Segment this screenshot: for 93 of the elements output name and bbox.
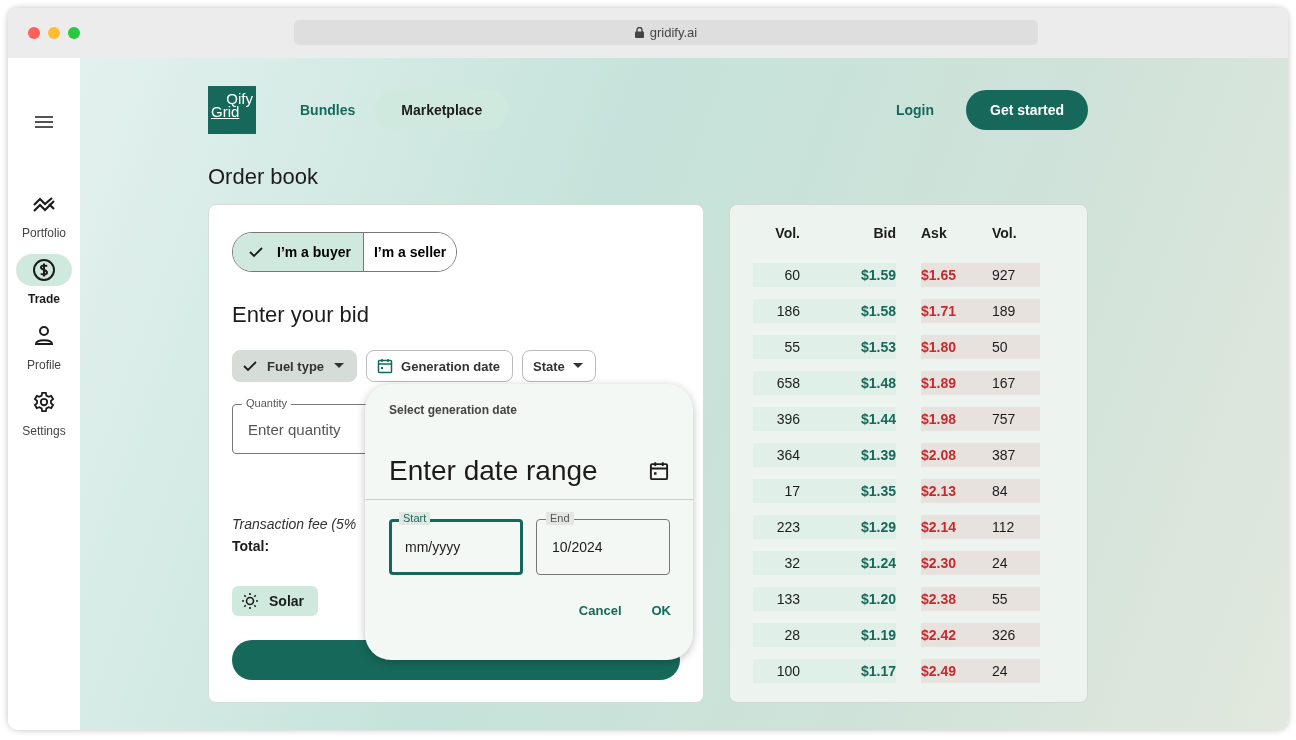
table-cell: 364 (753, 443, 800, 467)
dialog-heading: Enter date range (389, 455, 598, 487)
table-cell: $1.65 (921, 263, 992, 287)
sidebar-item[interactable]: Profile (16, 320, 72, 372)
get-started-button[interactable]: Get started (966, 90, 1088, 130)
caret-icon (572, 363, 583, 369)
table-cell: $2.38 (921, 587, 992, 611)
close-dot[interactable] (28, 27, 40, 39)
table-cell: $2.14 (921, 515, 992, 539)
table-cell: 387 (992, 443, 1040, 467)
column-header: Ask (921, 224, 948, 243)
table-cell: $2.08 (921, 443, 992, 467)
table-cell: 32 (753, 551, 800, 575)
table-cell: 60 (753, 263, 800, 287)
table-cell: $1.58 (800, 299, 896, 323)
table-cell: 112 (992, 515, 1040, 539)
field-label: Start (399, 512, 431, 525)
sidebar-item[interactable]: Settings (16, 386, 72, 438)
field-label: Quantity (242, 397, 291, 410)
table-cell: $1.89 (921, 371, 992, 395)
zoom-dot[interactable] (68, 27, 80, 39)
table-cell: $1.17 (800, 659, 896, 683)
table-cell: 84 (992, 479, 1040, 503)
table-cell: $1.19 (800, 623, 896, 647)
table-cell: $1.71 (921, 299, 992, 323)
table-cell: $1.29 (800, 515, 896, 539)
fuel-tag[interactable]: Solar (232, 586, 318, 616)
table-cell: 24 (992, 659, 1040, 683)
settings-icon (33, 391, 55, 413)
calendar-icon (377, 358, 394, 374)
page-title: Order book (208, 164, 320, 190)
total-label: Total: (232, 538, 270, 554)
person-icon (33, 325, 55, 347)
check-icon (249, 246, 263, 258)
table-cell: 55 (753, 335, 800, 359)
fee-label: Transaction fee (5% (232, 516, 357, 532)
table-cell: $1.35 (800, 479, 896, 503)
filter-chip[interactable]: Generation date (366, 350, 514, 382)
table-cell: 658 (753, 371, 800, 395)
table-cell: 396 (753, 407, 800, 431)
dialog-button[interactable]: OK (643, 597, 679, 624)
table-cell: 28 (753, 623, 800, 647)
table-cell: 17 (753, 479, 800, 503)
trend-icon (32, 195, 56, 213)
table-cell: 326 (992, 623, 1040, 647)
table-cell: $1.48 (800, 371, 896, 395)
table-cell: 927 (992, 263, 1040, 287)
table-cell: $2.13 (921, 479, 992, 503)
table-cell: 55 (992, 587, 1040, 611)
section-heading: Enter your bid (232, 302, 370, 328)
caret-icon (334, 363, 345, 369)
dialog-button[interactable]: Cancel (570, 597, 630, 624)
menu-icon[interactable] (35, 116, 53, 128)
column-header: Vol. (774, 224, 800, 243)
table-cell: $1.98 (921, 407, 992, 431)
sidebar-item[interactable]: Portfolio (16, 188, 72, 240)
address-bar[interactable]: gridify.ai (294, 20, 1038, 45)
sun-icon (241, 592, 259, 610)
table-cell: $1.44 (800, 407, 896, 431)
table-cell: $2.49 (921, 659, 992, 683)
check-icon (243, 360, 257, 372)
table-cell: 189 (992, 299, 1040, 323)
minimize-dot[interactable] (48, 27, 60, 39)
lock-icon (634, 27, 644, 38)
logo[interactable]: Qify Grid (208, 86, 256, 134)
dialog-title: Select generation date (388, 402, 519, 417)
table-cell: $1.24 (800, 551, 896, 575)
table-cell: 133 (753, 587, 800, 611)
login-link[interactable]: Login (883, 90, 947, 130)
table-cell: 50 (992, 335, 1040, 359)
table-cell: 24 (992, 551, 1040, 575)
column-header: Vol. (992, 224, 1018, 243)
table-cell: 223 (753, 515, 800, 539)
filter-chip[interactable]: State (522, 350, 596, 382)
table-cell: 100 (753, 659, 800, 683)
role-toggle[interactable]: I’m a buyer (233, 233, 363, 271)
column-header: Bid (872, 224, 896, 243)
calendar-icon (649, 461, 669, 481)
table-cell: 167 (992, 371, 1040, 395)
table-cell: $2.42 (921, 623, 992, 647)
filter-chip[interactable]: Fuel type (232, 350, 358, 382)
role-toggle[interactable]: I’m a seller (362, 233, 457, 271)
table-cell: $1.20 (800, 587, 896, 611)
table-cell: 186 (753, 299, 800, 323)
field-label: End (546, 512, 574, 525)
table-cell: $2.30 (921, 551, 992, 575)
table-cell: $1.53 (800, 335, 896, 359)
nav-link[interactable]: Bundles (288, 90, 368, 130)
table-cell: $1.39 (800, 443, 896, 467)
table-cell: $1.59 (800, 263, 896, 287)
dollar-icon (32, 258, 56, 282)
table-cell: 757 (992, 407, 1040, 431)
table-cell: $1.80 (921, 335, 992, 359)
